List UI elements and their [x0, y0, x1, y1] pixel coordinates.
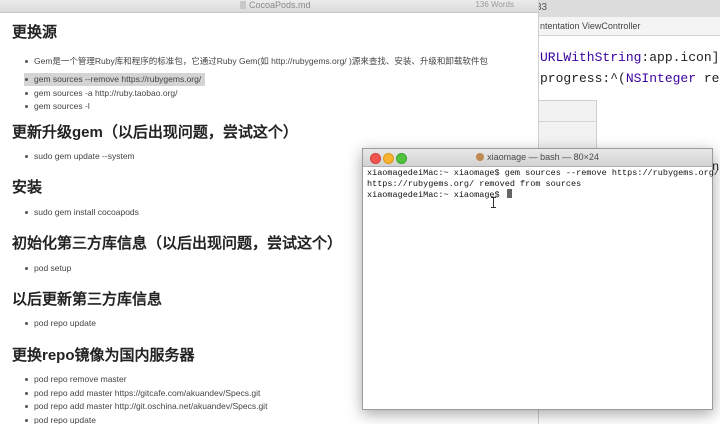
code-line-1[interactable]: URLWithString:app.icon] pla: [540, 50, 720, 65]
jump-bar-label: ntentation ViewController: [540, 21, 641, 31]
list-item-selected[interactable]: gem sources --remove https://rubygems.or…: [24, 72, 206, 86]
terminal-line: xiaomagedeiMac:~ xiaomage$ gem sources -…: [367, 168, 719, 178]
doc-titlebar[interactable]: CocoaPods.md 136 Words: [0, 0, 538, 13]
terminal-screen[interactable]: xiaomagedeiMac:~ xiaomage$ gem sources -…: [367, 168, 719, 201]
terminal-cursor: [506, 189, 512, 198]
home-folder-icon: [476, 153, 485, 161]
list-item: gem sources -a http://ruby.taobao.org/: [24, 87, 488, 101]
list-change-repo: pod repo remove master pod repo add mast…: [24, 373, 267, 424]
list-item: pod repo update: [24, 414, 267, 424]
list-item: sudo gem update --system: [24, 150, 135, 164]
word-count: 136 Words: [475, 0, 514, 9]
list-update-gem: sudo gem update --system: [24, 150, 135, 164]
list-item: pod repo remove master: [24, 373, 267, 387]
list-install: sudo gem install cocoapods: [24, 206, 139, 220]
list-init-libs: pod setup: [24, 262, 71, 276]
heading-update-gem: 更新升级gem（以后出现问题，尝试这个）: [12, 124, 298, 141]
heading-change-source: 更换源: [12, 24, 58, 41]
terminal-prompt-line: xiaomagedeiMac:~ xiaomage$: [367, 189, 719, 201]
list-change-source: Gem是一个管理Ruby库和程序的标准包，它通过Ruby Gem(如 http:…: [24, 55, 488, 114]
terminal-line: https://rubygems.org/ removed from sourc…: [367, 178, 582, 189]
code-line-2[interactable]: progress:^(NSInteger received: [540, 71, 720, 86]
list-item: Gem是一个管理Ruby库和程序的标准包，它通过Ruby Gem(如 http:…: [24, 55, 488, 69]
xcode-toolbar: 33: [530, 0, 720, 18]
terminal-titlebar[interactable]: xiaomage — bash — 80×24: [363, 149, 712, 167]
list-item: pod repo update: [24, 317, 96, 331]
list-item: pod repo add master http://git.oschina.n…: [24, 400, 267, 414]
xcode-jump-bar[interactable]: ntentation ViewController: [530, 17, 720, 36]
terminal-window[interactable]: xiaomage — bash — 80×24 xiaomagedeiMac:~…: [362, 148, 719, 410]
list-item: pod repo add master https://gitcafe.com/…: [24, 387, 267, 401]
list-item: pod setup: [24, 262, 71, 276]
heading-update-libs: 以后更新第三方库信息: [12, 291, 163, 308]
text-cursor-icon: [491, 197, 496, 208]
document-icon: [240, 1, 246, 9]
heading-change-repo: 更换repo镜像为国内服务器: [12, 347, 195, 364]
terminal-title: xiaomage — bash — 80×24: [363, 152, 712, 162]
doc-title: CocoaPods.md: [240, 0, 311, 10]
list-item: sudo gem install cocoapods: [24, 206, 139, 220]
heading-install: 安装: [12, 179, 43, 196]
list-item: gem sources -l: [24, 100, 488, 114]
list-update-libs: pod repo update: [24, 317, 96, 331]
heading-init-libs: 初始化第三方库信息（以后出现问题，尝试这个）: [12, 235, 343, 252]
